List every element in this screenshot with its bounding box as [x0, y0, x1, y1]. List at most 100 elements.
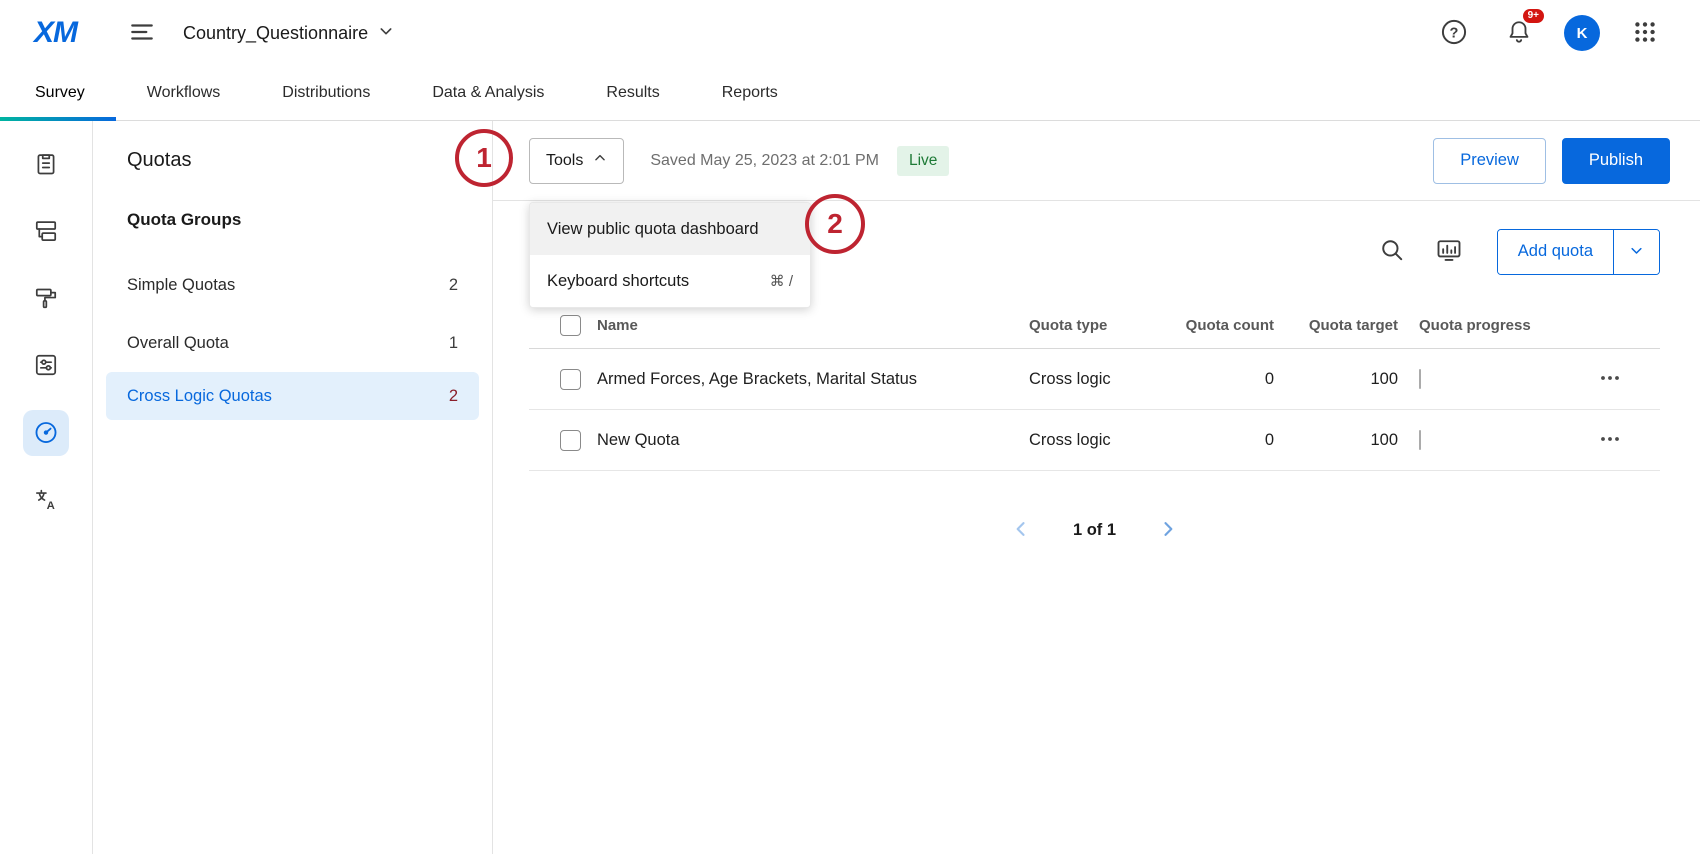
page-indicator: 1 of 1 [1073, 521, 1116, 540]
pagination: 1 of 1 [529, 515, 1660, 546]
public-dashboard-button[interactable] [1427, 228, 1471, 275]
quota-progress-bar [1398, 431, 1573, 450]
rail-item-translations[interactable]: A [23, 477, 69, 523]
previous-page-button[interactable] [1007, 515, 1035, 546]
survey-options-icon [33, 352, 59, 381]
look-feel-icon [33, 285, 59, 314]
quota-group-label: Simple Quotas [127, 276, 235, 295]
toolbar-actions: Preview Publish [1433, 138, 1670, 184]
quota-type: Cross logic [1029, 370, 1179, 389]
public-dashboard-icon [1435, 236, 1463, 267]
tools-dropdown-menu: View public quota dashboard Keyboard sho… [529, 202, 811, 308]
quota-group-simple-quotas[interactable]: Simple Quotas 2 [93, 256, 492, 314]
builder-icon [33, 151, 59, 180]
main-content: Tools Saved May 25, 2023 at 2:01 PM Live… [493, 121, 1700, 854]
chevron-down-icon [1629, 243, 1644, 261]
search-button[interactable] [1371, 229, 1413, 274]
rail-item-survey-options[interactable] [23, 343, 69, 389]
select-all-checkbox[interactable] [560, 315, 581, 336]
tab-data-analysis[interactable]: Data & Analysis [401, 66, 575, 120]
annotation-step-2: 2 [805, 194, 865, 254]
hamburger-menu-icon [129, 19, 155, 48]
tools-button[interactable]: Tools [529, 138, 624, 184]
column-header-name: Name [597, 317, 1029, 334]
quota-group-label: Overall Quota [127, 334, 229, 353]
quota-name: Armed Forces, Age Brackets, Marital Stat… [597, 370, 1029, 389]
quota-count: 0 [1179, 431, 1274, 450]
hamburger-menu-button[interactable] [123, 13, 161, 54]
notifications-button[interactable]: 9+ [1500, 13, 1538, 54]
publish-button[interactable]: Publish [1562, 138, 1670, 184]
apps-grid-icon [1632, 19, 1658, 48]
menu-item-label: Keyboard shortcuts [547, 272, 689, 291]
row-menu-icon [1598, 366, 1622, 393]
next-page-button[interactable] [1154, 515, 1182, 546]
row-menu-icon [1598, 427, 1622, 454]
quota-target: 100 [1274, 370, 1398, 389]
quota-table-header: Name Quota type Quota count Quota target… [529, 303, 1660, 349]
help-button[interactable]: ? [1434, 12, 1474, 55]
row-menu-button[interactable] [1573, 427, 1660, 454]
svg-text:A: A [47, 499, 55, 511]
column-header-quota-target: Quota target [1274, 317, 1398, 334]
rail-item-survey-flow[interactable] [23, 209, 69, 255]
main-nav-tabs: Survey Workflows Distributions Data & An… [0, 66, 1700, 121]
add-quota-split-button: Add quota [1497, 229, 1660, 275]
saved-status-text: Saved May 25, 2023 at 2:01 PM [650, 152, 879, 170]
quota-table: Name Quota type Quota count Quota target… [529, 303, 1660, 471]
tab-survey[interactable]: Survey [0, 66, 116, 120]
tab-distributions[interactable]: Distributions [251, 66, 401, 120]
tab-results[interactable]: Results [575, 66, 690, 120]
top-header: XM Country_Questionnaire ? 9+ [0, 0, 1700, 66]
header-actions: ? 9+ K [1434, 12, 1664, 55]
quota-target: 100 [1274, 431, 1398, 450]
quota-group-count: 2 [449, 387, 458, 406]
apps-grid-button[interactable] [1626, 13, 1664, 54]
quota-group-cross-logic-quotas[interactable]: Cross Logic Quotas 2 [106, 372, 479, 420]
annotation-step-1: 1 [455, 129, 513, 187]
tab-workflows[interactable]: Workflows [116, 66, 252, 120]
quota-groups-heading: Quota Groups [93, 210, 492, 230]
table-row: New Quota Cross logic 0 100 [529, 410, 1660, 471]
left-icon-rail: A [0, 121, 93, 854]
column-header-quota-type: Quota type [1029, 317, 1179, 334]
column-header-quota-progress: Quota progress [1398, 317, 1573, 334]
quota-group-overall-quota[interactable]: Overall Quota 1 [93, 314, 492, 372]
app-window: XM Country_Questionnaire ? 9+ [0, 0, 1700, 854]
menu-item-keyboard-shortcuts[interactable]: Keyboard shortcuts ⌘ / [530, 255, 810, 307]
chevron-left-icon [1011, 519, 1031, 542]
panel-title: Quotas [93, 149, 492, 172]
preview-button[interactable]: Preview [1433, 138, 1546, 184]
table-row: Armed Forces, Age Brackets, Marital Stat… [529, 349, 1660, 410]
row-checkbox[interactable] [560, 369, 581, 390]
survey-flow-icon [33, 218, 59, 247]
add-quota-button[interactable]: Add quota [1498, 230, 1613, 274]
tab-reports[interactable]: Reports [691, 66, 809, 120]
quota-group-count: 2 [449, 276, 458, 295]
add-quota-dropdown-button[interactable] [1613, 230, 1659, 274]
xm-logo[interactable]: XM [34, 16, 77, 50]
user-avatar[interactable]: K [1564, 15, 1600, 51]
quota-group-count: 1 [449, 334, 458, 353]
tools-button-label: Tools [546, 152, 583, 170]
chevron-down-icon [378, 23, 394, 44]
menu-item-view-public-quota-dashboard[interactable]: View public quota dashboard [530, 203, 810, 255]
quota-name: New Quota [597, 431, 1029, 450]
quota-group-label: Cross Logic Quotas [127, 387, 272, 406]
quota-count: 0 [1179, 370, 1274, 389]
row-menu-button[interactable] [1573, 366, 1660, 393]
rail-item-quotas[interactable] [23, 410, 69, 456]
live-status-badge: Live [897, 146, 949, 176]
survey-name-label: Country_Questionnaire [183, 23, 368, 44]
help-icon: ? [1440, 18, 1468, 49]
chevron-right-icon [1158, 519, 1178, 542]
keyboard-shortcut-hint: ⌘ / [770, 272, 793, 290]
quotas-gauge-icon [33, 419, 59, 448]
survey-name-dropdown[interactable]: Country_Questionnaire [183, 23, 394, 44]
translations-icon: A [33, 486, 59, 515]
rail-item-look-feel[interactable] [23, 276, 69, 322]
row-checkbox[interactable] [560, 430, 581, 451]
quota-toolbar: Tools Saved May 25, 2023 at 2:01 PM Live… [493, 121, 1700, 201]
column-header-quota-count: Quota count [1179, 317, 1274, 334]
rail-item-builder[interactable] [23, 142, 69, 188]
